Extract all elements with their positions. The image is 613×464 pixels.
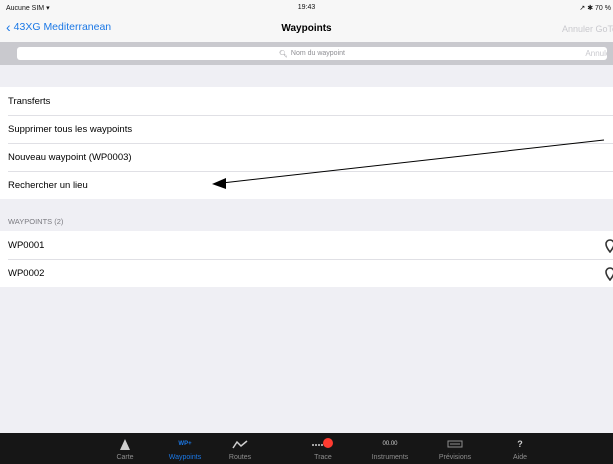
battery-indicator: ↗ ✱ 70 % bbox=[579, 4, 611, 12]
map-arrow-icon bbox=[95, 438, 155, 450]
navigation-bar: ‹ 43XG Mediterranean Waypoints Annuler G… bbox=[0, 16, 613, 42]
track-icon bbox=[293, 438, 353, 450]
status-time: 19:43 bbox=[297, 4, 316, 11]
search-input[interactable]: 🔍︎ Nom du waypoint bbox=[17, 47, 607, 60]
list-item-transfers[interactable]: Transferts bbox=[0, 87, 613, 115]
tab-label: Prévisions bbox=[438, 454, 472, 461]
waypoint-icon-text: WP+ bbox=[178, 441, 192, 447]
bluetooth-icon: ✱ bbox=[587, 5, 594, 12]
search-icon: 🔍︎ bbox=[279, 50, 288, 58]
search-cancel-button[interactable]: Annuler bbox=[585, 49, 613, 58]
tab-label: Instruments bbox=[371, 454, 409, 461]
tab-routes[interactable]: Routes bbox=[210, 433, 270, 464]
tab-label: Waypoints bbox=[168, 454, 202, 461]
tab-label: Aide bbox=[512, 454, 527, 461]
status-bar: Aucune SIM ▾ 19:43 ↗ ✱ 70 % bbox=[0, 0, 613, 16]
table-row[interactable]: WP0002 bbox=[0, 259, 613, 287]
tab-waypoints[interactable]: WP+ Waypoints bbox=[155, 433, 215, 464]
tab-label: Routes bbox=[228, 454, 252, 461]
section-header-waypoints: WAYPOINTS (2) bbox=[8, 217, 64, 226]
list-item-label: Transferts bbox=[8, 95, 51, 107]
map-pin-icon[interactable] bbox=[605, 267, 613, 281]
battery-text: 70 % bbox=[595, 5, 611, 12]
list-item-delete-all[interactable]: Supprimer tous les waypoints bbox=[0, 115, 613, 143]
instruments-icon-text: 00.00 bbox=[382, 441, 398, 447]
instruments-icon: 00.00 bbox=[360, 438, 420, 450]
waypoints-list: WP0001 WP0002 bbox=[0, 231, 613, 287]
tab-instruments[interactable]: 00.00 Instruments bbox=[360, 433, 420, 464]
tab-label: Trace bbox=[314, 454, 332, 461]
cancel-goto-button[interactable]: Annuler GoTo bbox=[562, 24, 613, 34]
tab-previsions[interactable]: Prévisions bbox=[425, 433, 485, 464]
help-icon: ? bbox=[490, 438, 550, 450]
list-item-label: Rechercher un lieu bbox=[8, 179, 88, 191]
search-placeholder: Nom du waypoint bbox=[290, 50, 345, 57]
list-item-label: Supprimer tous les waypoints bbox=[8, 123, 133, 135]
location-icon: ↗ bbox=[579, 5, 586, 12]
map-pin-icon[interactable] bbox=[605, 239, 613, 253]
table-row[interactable]: WP0001 bbox=[0, 231, 613, 259]
route-icon bbox=[210, 438, 270, 450]
tab-carte[interactable]: Carte bbox=[95, 433, 155, 464]
search-bar: 🔍︎ Nom du waypoint Annuler bbox=[0, 42, 613, 65]
tab-label: Carte bbox=[116, 454, 134, 461]
waypoint-name: WP0001 bbox=[8, 239, 45, 251]
tab-trace[interactable]: Trace bbox=[293, 433, 353, 464]
waypoint-name: WP0002 bbox=[8, 267, 45, 279]
actions-list: Transferts Supprimer tous les waypoints … bbox=[0, 87, 613, 199]
tab-bar: Carte WP+ Waypoints Routes Trace 00.00 I… bbox=[0, 433, 613, 464]
help-icon-text: ? bbox=[517, 439, 523, 449]
list-item-search-place[interactable]: Rechercher un lieu bbox=[0, 171, 613, 199]
tab-aide[interactable]: ? Aide bbox=[490, 433, 550, 464]
waypoint-icon: WP+ bbox=[155, 438, 215, 450]
list-item-new-waypoint[interactable]: Nouveau waypoint (WP0003) bbox=[0, 143, 613, 171]
list-item-label: Nouveau waypoint (WP0003) bbox=[8, 151, 132, 163]
forecast-icon bbox=[425, 438, 485, 450]
page-title: Waypoints bbox=[281, 23, 332, 34]
